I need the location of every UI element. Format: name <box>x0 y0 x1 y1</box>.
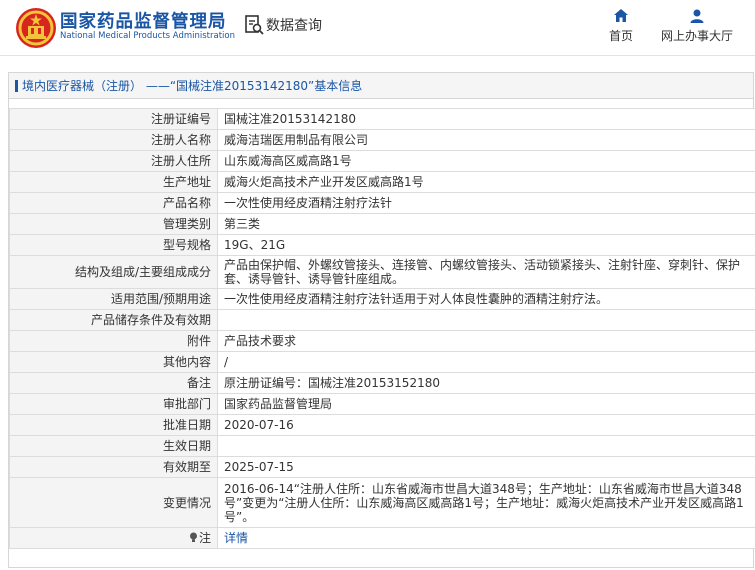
site-header: 国家药品监督管理局 National Medical Products Admi… <box>0 0 755 56</box>
nav-online-label: 网上办事大厅 <box>660 29 733 43</box>
brand-title-cn: 国家药品监督管理局 <box>60 12 227 32</box>
document-search-icon <box>245 15 264 35</box>
home-icon <box>614 9 628 22</box>
row-key: 注册证编号 <box>9 108 218 130</box>
row-value: 原注册证编号：国械注准20153152180 <box>217 372 755 394</box>
row-value: 一次性使用经皮酒精注射疗法针适用于对人体良性囊肿的酒精注射疗法。 <box>217 288 755 310</box>
row-value: / <box>217 351 755 373</box>
row-value <box>217 309 755 331</box>
row-key: 生产地址 <box>9 171 218 193</box>
note-value-cell: 详情 <box>217 527 755 549</box>
row-key: 适用范围/预期用途 <box>9 288 218 310</box>
table-row: 其他内容 / <box>9 351 755 373</box>
row-value <box>217 435 755 457</box>
table-row: 注册人名称 威海洁瑞医用制品有限公司 <box>9 129 755 151</box>
row-value: 威海火炬高技术产业开发区威高路1号 <box>217 171 755 193</box>
table-row: 产品名称 一次性使用经皮酒精注射疗法针 <box>9 192 755 214</box>
row-key: 附件 <box>9 330 218 352</box>
row-key: 型号规格 <box>9 234 218 256</box>
row-key: 备注 <box>9 372 218 394</box>
row-key: 生效日期 <box>9 435 218 457</box>
user-icon <box>690 9 704 23</box>
lightbulb-icon <box>189 532 197 542</box>
table-row: 附件 产品技术要求 <box>9 330 755 352</box>
table-row: 注册证编号 国械注准20153142180 <box>9 108 755 130</box>
row-value: 国械注准20153142180 <box>217 108 755 130</box>
row-value: 山东威海高区威高路1号 <box>217 150 755 172</box>
table-row: 产品储存条件及有效期 <box>9 309 755 331</box>
table-row: 适用范围/预期用途 一次性使用经皮酒精注射疗法针适用于对人体良性囊肿的酒精注射疗… <box>9 288 755 310</box>
table-row: 变更情况 2016-06-14“注册人住所：山东省威海市世昌大道348号；生产地… <box>9 477 755 528</box>
row-key: 注册人住所 <box>9 150 218 172</box>
table-row: 审批部门 国家药品监督管理局 <box>9 393 755 415</box>
row-key: 注册人名称 <box>9 129 218 151</box>
table-row: 管理类别 第三类 <box>9 213 755 235</box>
table-row: 批准日期 2020-07-16 <box>9 414 755 436</box>
table-row: 型号规格 19G、21G <box>9 234 755 256</box>
row-value: 产品由保护帽、外螺纹管接头、连接管、内螺纹管接头、活动锁紧接头、注射针座、穿刺针… <box>217 255 755 289</box>
table-row: 注册人住所 山东威海高区威高路1号 <box>9 150 755 172</box>
breadcrumb: 境内医疗器械（注册） ——“国械注准20153142180”基本信息 <box>9 73 753 99</box>
registration-info-table: 注册证编号 国械注准20153142180 注册人名称 威海洁瑞医用制品有限公司… <box>9 108 755 549</box>
data-query-label: 数据查询 <box>266 18 322 34</box>
table-row: 结构及组成/主要组成成分 产品由保护帽、外螺纹管接头、连接管、内螺纹管接头、活动… <box>9 255 755 289</box>
row-value: 一次性使用经皮酒精注射疗法针 <box>217 192 755 214</box>
nav-home-label: 首页 <box>608 29 633 43</box>
nav-online-service-hall[interactable]: 网上办事大厅 <box>656 8 738 44</box>
breadcrumb-text: 境内医疗器械（注册） ——“国械注准20153142180”基本信息 <box>22 79 363 93</box>
row-key: 产品储存条件及有效期 <box>9 309 218 331</box>
note-key-cell: 注 <box>9 527 218 549</box>
row-key: 产品名称 <box>9 192 218 214</box>
note-key: 注 <box>198 531 211 545</box>
table-row: 生效日期 <box>9 435 755 457</box>
row-value: 威海洁瑞医用制品有限公司 <box>217 129 755 151</box>
detail-panel: 境内医疗器械（注册） ——“国械注准20153142180”基本信息 注册证编号… <box>8 72 755 568</box>
row-key: 审批部门 <box>9 393 218 415</box>
row-value: 19G、21G <box>217 234 755 256</box>
table-row: 备注 原注册证编号：国械注准20153152180 <box>9 372 755 394</box>
row-value: 产品技术要求 <box>217 330 755 352</box>
table-row: 注 详情 <box>9 527 755 549</box>
nav-home[interactable]: 首页 <box>606 8 636 44</box>
row-value: 2020-07-16 <box>217 414 755 436</box>
row-value: 2025-07-15 <box>217 456 755 478</box>
table-row: 生产地址 威海火炬高技术产业开发区威高路1号 <box>9 171 755 193</box>
row-value: 2016-06-14“注册人住所：山东省威海市世昌大道348号；生产地址：山东省… <box>217 477 755 528</box>
table-row: 有效期至 2025-07-15 <box>9 456 755 478</box>
row-key: 有效期至 <box>9 456 218 478</box>
row-value: 国家药品监督管理局 <box>217 393 755 415</box>
row-key: 其他内容 <box>9 351 218 373</box>
brand-title-en: National Medical Products Administration <box>60 31 235 41</box>
row-key: 管理类别 <box>9 213 218 235</box>
details-link[interactable]: 详情 <box>224 531 248 545</box>
data-query-link[interactable]: 数据查询 <box>244 14 322 36</box>
row-key: 变更情况 <box>9 477 218 528</box>
row-value: 第三类 <box>217 213 755 235</box>
national-emblem-logo <box>16 8 56 48</box>
row-key: 结构及组成/主要组成成分 <box>9 255 218 289</box>
row-key: 批准日期 <box>9 414 218 436</box>
breadcrumb-marker <box>15 79 18 92</box>
